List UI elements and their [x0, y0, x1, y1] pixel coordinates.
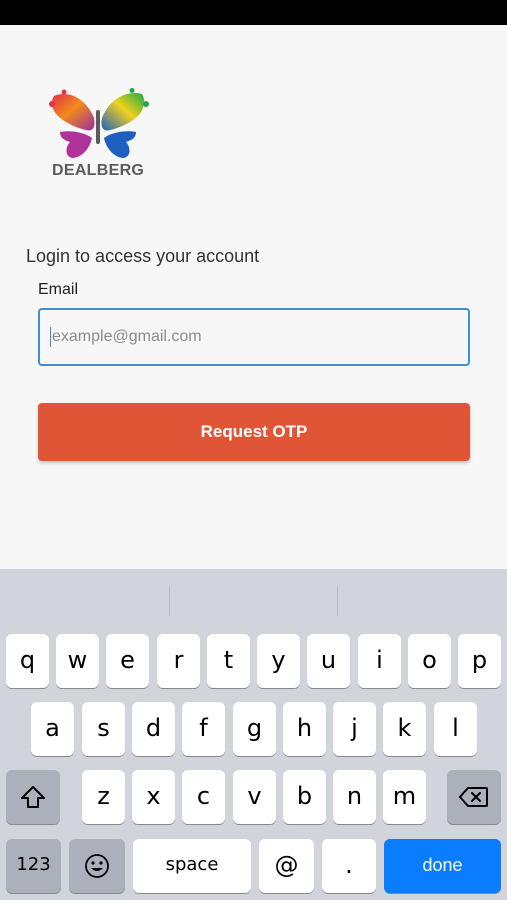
- key-s[interactable]: s: [82, 702, 125, 756]
- key-b[interactable]: b: [283, 770, 326, 824]
- suggestion-divider: [337, 586, 338, 616]
- key-e[interactable]: e: [106, 634, 149, 688]
- emoji-key[interactable]: [69, 839, 125, 893]
- key-i[interactable]: i: [358, 634, 401, 688]
- key-w[interactable]: w: [56, 634, 99, 688]
- key-q[interactable]: q: [6, 634, 49, 688]
- numbers-key[interactable]: 123: [6, 839, 61, 893]
- shift-key[interactable]: [6, 770, 60, 824]
- key-h[interactable]: h: [283, 702, 326, 756]
- key-v[interactable]: v: [233, 770, 276, 824]
- backspace-key[interactable]: [447, 770, 501, 824]
- email-field-container[interactable]: [38, 308, 470, 366]
- key-o[interactable]: o: [408, 634, 451, 688]
- email-label: Email: [38, 281, 79, 298]
- backspace-icon: [459, 787, 488, 807]
- key-a[interactable]: a: [31, 702, 74, 756]
- key-f[interactable]: f: [182, 702, 225, 756]
- key-x[interactable]: x: [132, 770, 175, 824]
- key-z[interactable]: z: [82, 770, 125, 824]
- key-p[interactable]: p: [458, 634, 501, 688]
- dot-key[interactable]: .: [322, 839, 376, 893]
- key-j[interactable]: j: [333, 702, 376, 756]
- login-subtitle: Login to access your account: [26, 246, 260, 266]
- key-n[interactable]: n: [333, 770, 376, 824]
- brand-name: DEALBERG: [52, 162, 145, 179]
- request-otp-button[interactable]: Request OTP: [38, 403, 470, 461]
- dealberg-logo: DEALBERG: [46, 88, 150, 183]
- keyboard: q w e r t y u i o p a s d f g h j k l z …: [0, 569, 507, 900]
- suggestion-divider: [169, 586, 170, 616]
- status-bar: [0, 0, 507, 25]
- key-r[interactable]: r: [157, 634, 200, 688]
- at-key[interactable]: @: [259, 839, 314, 893]
- key-d[interactable]: d: [132, 702, 175, 756]
- key-m[interactable]: m: [383, 770, 426, 824]
- space-key[interactable]: space: [133, 839, 251, 893]
- key-g[interactable]: g: [233, 702, 276, 756]
- done-key[interactable]: done: [384, 839, 501, 893]
- email-field[interactable]: [50, 323, 454, 351]
- key-k[interactable]: k: [383, 702, 426, 756]
- shift-icon: [21, 786, 45, 808]
- key-l[interactable]: l: [434, 702, 477, 756]
- key-c[interactable]: c: [182, 770, 225, 824]
- key-u[interactable]: u: [307, 634, 350, 688]
- emoji-icon: [85, 854, 109, 878]
- key-y[interactable]: y: [257, 634, 300, 688]
- key-t[interactable]: t: [207, 634, 250, 688]
- butterfly-logo-icon: [49, 88, 149, 158]
